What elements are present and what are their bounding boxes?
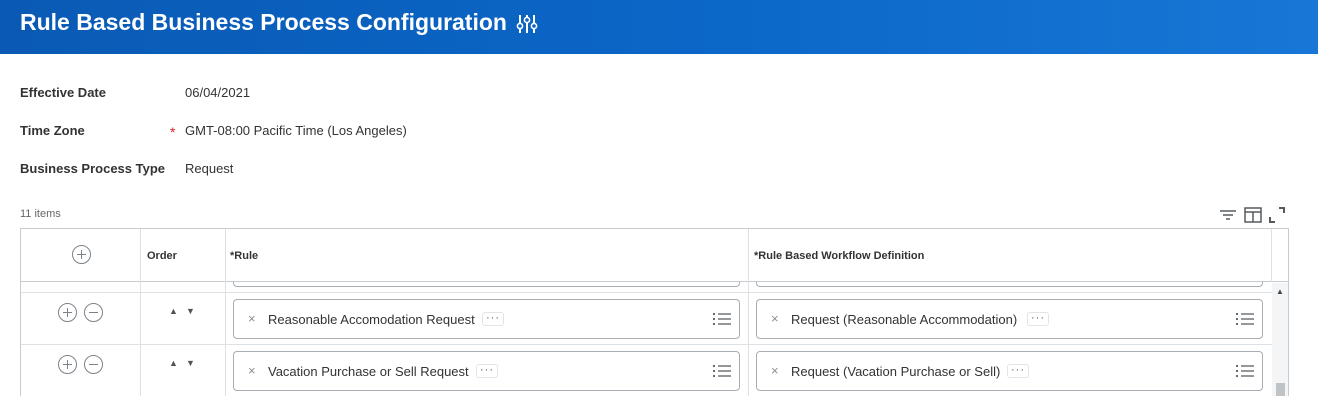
workflow-definition-prompt-field[interactable]: × Request (Reasonable Accommodation) ··· [756, 299, 1263, 339]
column-divider [225, 282, 226, 293]
business-process-type-label: Business Process Type [20, 161, 165, 176]
scrollbar-thumb[interactable] [1276, 383, 1285, 396]
related-actions-button[interactable]: ··· [1007, 364, 1029, 378]
filter-icon[interactable] [1218, 205, 1238, 225]
remove-selection-icon[interactable]: × [771, 311, 779, 326]
time-zone-value: GMT-08:00 Pacific Time (Los Angeles) [185, 123, 407, 138]
page-title: Rule Based Business Process Configuratio… [20, 9, 507, 35]
column-divider [748, 282, 749, 293]
related-actions-sliders-icon[interactable] [516, 12, 538, 36]
move-down-icon[interactable]: ▼ [186, 358, 195, 368]
move-down-icon[interactable]: ▼ [186, 306, 195, 316]
move-up-icon[interactable]: ▲ [169, 358, 178, 368]
column-divider [225, 293, 226, 345]
workflow-definition-prompt-field[interactable]: × Request (Vacation Purchase or Sell) ··… [756, 351, 1263, 391]
related-actions-button[interactable]: ··· [476, 364, 498, 378]
add-row-button[interactable] [58, 303, 77, 322]
column-divider [748, 229, 749, 282]
remove-selection-icon[interactable]: × [771, 363, 779, 378]
remove-selection-icon[interactable]: × [248, 311, 256, 326]
rule-value: Vacation Purchase or Sell Request [268, 364, 469, 379]
rule-value: Reasonable Accomodation Request [268, 312, 475, 327]
table-row: ▲ ▼ × Reasonable Accomodation Request ··… [21, 293, 1272, 345]
column-divider [1271, 229, 1272, 282]
column-divider [140, 293, 141, 345]
remove-selection-icon[interactable]: × [248, 363, 256, 378]
table-row [21, 282, 1272, 293]
fullscreen-icon[interactable] [1267, 205, 1287, 225]
column-divider [748, 293, 749, 345]
prompt-list-icon[interactable] [713, 311, 731, 327]
workflow-definition-value: Request (Vacation Purchase or Sell) [791, 364, 1001, 379]
page-header: Rule Based Business Process Configuratio… [0, 0, 1318, 54]
remove-row-button[interactable] [84, 355, 103, 374]
prompt-list-icon[interactable] [1236, 311, 1254, 327]
add-row-button[interactable] [58, 355, 77, 374]
rule-prompt-field[interactable] [233, 282, 740, 287]
remove-row-button[interactable] [84, 303, 103, 322]
column-divider [140, 282, 141, 293]
rule-prompt-field[interactable]: × Vacation Purchase or Sell Request ··· [233, 351, 740, 391]
scroll-up-icon[interactable]: ▲ [1276, 287, 1284, 296]
prompt-list-icon[interactable] [713, 363, 731, 379]
add-row-button[interactable] [72, 245, 91, 264]
column-header-order[interactable]: Order [147, 250, 177, 262]
business-process-type-value: Request [185, 161, 234, 176]
required-indicator: * [170, 124, 176, 140]
table-row: ▲ ▼ × Vacation Purchase or Sell Request … [21, 345, 1272, 396]
time-zone-label: Time Zone [20, 123, 85, 138]
move-up-icon[interactable]: ▲ [169, 306, 178, 316]
grid-header: Order *Rule *Rule Based Workflow Definit… [21, 229, 1288, 282]
workflow-definition-value: Request (Reasonable Accommodation) [791, 312, 1018, 327]
column-divider [225, 229, 226, 282]
prompt-list-icon[interactable] [1236, 363, 1254, 379]
effective-date-label: Effective Date [20, 85, 106, 100]
columns-icon[interactable] [1243, 205, 1263, 225]
rule-prompt-field[interactable]: × Reasonable Accomodation Request ··· [233, 299, 740, 339]
column-divider [140, 229, 141, 282]
rules-grid: Order *Rule *Rule Based Workflow Definit… [20, 228, 1289, 396]
effective-date-value: 06/04/2021 [185, 85, 251, 100]
related-actions-button[interactable]: ··· [1027, 312, 1049, 326]
column-divider [748, 345, 749, 396]
column-divider [140, 345, 141, 396]
workflow-definition-prompt-field[interactable] [756, 282, 1263, 287]
grid-scrollbar[interactable]: ▲ [1272, 283, 1288, 396]
items-count: 11 items [20, 208, 61, 220]
column-divider [225, 345, 226, 396]
column-header-rule[interactable]: *Rule [230, 250, 258, 262]
related-actions-button[interactable]: ··· [482, 312, 504, 326]
column-header-workflow-definition[interactable]: *Rule Based Workflow Definition [754, 250, 924, 262]
